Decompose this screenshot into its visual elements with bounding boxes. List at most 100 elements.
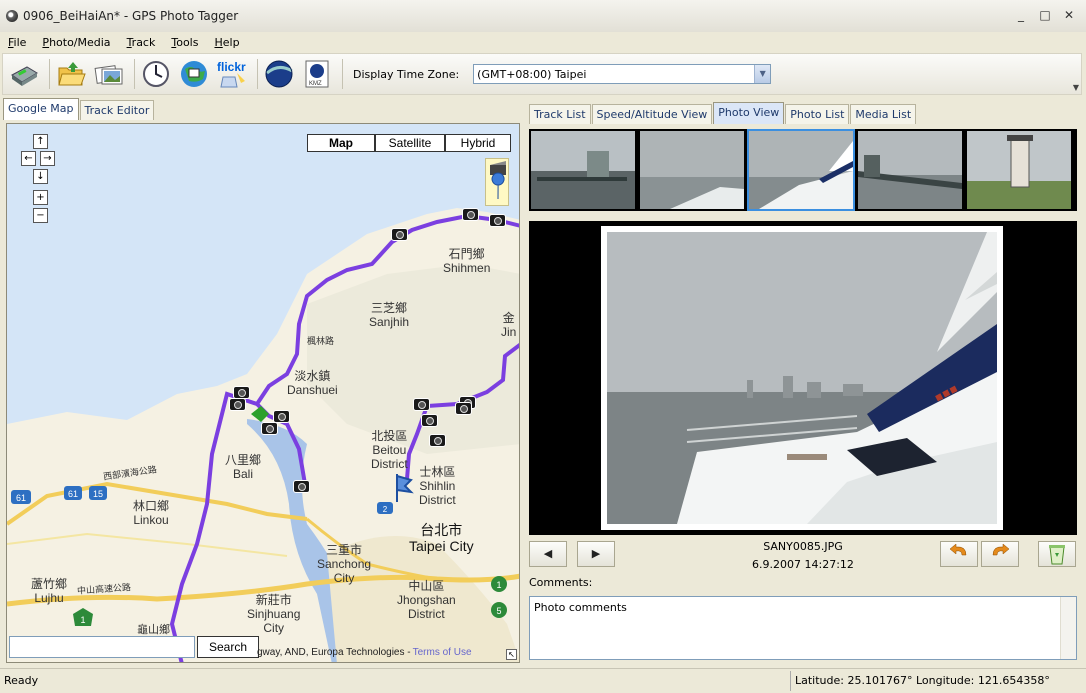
menu-photo-media[interactable]: Photo/Media	[42, 36, 110, 49]
photo-thumbnail[interactable]	[640, 131, 744, 209]
photo-marker[interactable]	[413, 398, 430, 411]
map-label-bali: 八里鄉 Bali	[225, 453, 262, 481]
toolbar-separator	[342, 59, 343, 89]
map-type-control: Map Satellite Hybrid	[307, 134, 511, 152]
photo-marker[interactable]	[429, 434, 446, 447]
tab-photo-view[interactable]: Photo View	[713, 102, 785, 124]
status-text: Ready	[4, 674, 39, 687]
open-folder-button[interactable]	[54, 57, 88, 91]
map-search-input[interactable]	[9, 636, 195, 658]
map-copyright-text: gway, AND, Europa Technologies -	[257, 647, 411, 658]
timezone-select[interactable]: (GMT+08:00) Taipei ▼	[473, 64, 772, 84]
zoom-out-button[interactable]: −	[33, 208, 48, 223]
toolbar-separator	[257, 59, 258, 89]
photo-marker[interactable]	[229, 398, 246, 411]
pan-down-button[interactable]: ↓	[33, 169, 48, 184]
minimize-button[interactable]: _	[1012, 6, 1030, 24]
photo-thumbnail[interactable]	[967, 131, 1071, 209]
tab-photo-list[interactable]: Photo List	[785, 104, 850, 124]
menu-tools[interactable]: Tools	[171, 36, 198, 49]
timezone-value: (GMT+08:00) Taipei	[477, 67, 587, 81]
svg-text:flickr: flickr	[217, 60, 246, 74]
maximize-button[interactable]: □	[1036, 6, 1054, 24]
close-button[interactable]: ✕	[1060, 6, 1078, 24]
rotate-left-button[interactable]	[940, 541, 978, 567]
svg-text:2: 2	[383, 505, 388, 514]
photo-marker[interactable]	[293, 480, 310, 493]
gps-device-button[interactable]	[7, 57, 41, 91]
tab-track-list[interactable]: Track List	[529, 104, 591, 124]
menu-file[interactable]: File	[8, 36, 26, 49]
photo-marker[interactable]	[273, 410, 290, 423]
add-photos-button[interactable]	[92, 57, 126, 91]
map-label-sanchong: 三重市 Sanchong City	[317, 543, 372, 585]
main-photo[interactable]: ▪▪▪	[607, 232, 997, 524]
photo-thumbnail[interactable]	[858, 131, 962, 209]
toolbar-overflow-icon[interactable]: ▼	[1073, 83, 1079, 92]
left-tabs: Google Map Track Editor	[3, 98, 521, 120]
map-resize-icon[interactable]: ↖	[506, 649, 517, 660]
map-type-map-button[interactable]: Map	[307, 134, 375, 152]
flickr-button[interactable]: flickr	[215, 57, 249, 91]
svg-text:61: 61	[16, 493, 26, 503]
map-label-lujhu: 蘆竹鄉 Lujhu	[31, 577, 68, 605]
svg-text:61: 61	[68, 489, 78, 499]
photo-marker[interactable]	[455, 402, 472, 415]
map-type-satellite-button[interactable]: Satellite	[375, 134, 445, 152]
tab-media-list[interactable]: Media List	[850, 104, 917, 124]
delete-photo-button[interactable]	[1038, 541, 1076, 567]
map-tools-panel	[485, 158, 509, 206]
svg-text:5: 5	[496, 606, 501, 616]
pan-up-button[interactable]: ↑	[33, 134, 48, 149]
folder-icon	[58, 62, 86, 86]
map-label-road: 楓林路	[307, 336, 335, 346]
map-label-shihlin: 士林區 Shihlin District	[419, 465, 456, 507]
photo-marker[interactable]	[489, 214, 506, 227]
map-label-linkou: 林口鄉 Linkou	[133, 499, 170, 527]
google-earth-button[interactable]	[262, 57, 296, 91]
map-label-taipei: 台北市 Taipei City	[409, 522, 474, 555]
rotate-left-icon	[949, 543, 967, 556]
map-label-jhongshan: 中山區 Jhongshan District	[397, 579, 456, 621]
timezone-label: Display Time Zone:	[353, 67, 460, 81]
status-coordinates: Latitude: 25.101767° Longitude: 121.6543…	[790, 671, 1050, 691]
svg-text:1: 1	[496, 580, 501, 590]
pan-right-button[interactable]: →	[40, 151, 55, 166]
map-search-button[interactable]: Search	[197, 636, 259, 658]
tab-speed-altitude[interactable]: Speed/Altitude View	[591, 104, 713, 124]
window-title: 0906_BeiHaiAn* - GPS Photo Tagger	[23, 9, 239, 23]
zoom-in-button[interactable]: +	[33, 190, 48, 205]
time-sync-button[interactable]	[139, 57, 173, 91]
photo-marker[interactable]	[391, 228, 408, 241]
comments-textarea[interactable]: Photo comments	[529, 596, 1077, 660]
comments-scrollbar[interactable]	[1060, 597, 1076, 659]
app-icon	[6, 10, 18, 22]
photo-marker[interactable]	[462, 208, 479, 221]
photo-marker[interactable]	[421, 414, 438, 427]
map-view-button[interactable]	[177, 57, 211, 91]
menu-track[interactable]: Track	[127, 36, 156, 49]
map-navigation-control: ↑ ← → ↓ + −	[21, 134, 61, 226]
previous-photo-button[interactable]: ◀	[529, 541, 567, 567]
next-photo-button[interactable]: ▶	[577, 541, 615, 567]
clapper-pin-icon[interactable]	[486, 159, 510, 207]
comments-text: Photo comments	[534, 601, 627, 614]
pan-left-button[interactable]: ←	[21, 151, 36, 166]
svg-text:1: 1	[80, 615, 85, 625]
photo-thumbnail-selected[interactable]	[747, 129, 855, 211]
photo-filename: SANY0085.JPG	[763, 540, 843, 553]
rotate-right-button[interactable]	[981, 541, 1019, 567]
chevron-down-icon[interactable]: ▼	[754, 65, 771, 83]
photo-thumbnail[interactable]	[531, 131, 635, 209]
svg-text:15: 15	[93, 489, 103, 499]
photo-marker[interactable]	[261, 422, 278, 435]
terms-of-use-link[interactable]: Terms of Use	[413, 647, 472, 658]
map-type-hybrid-button[interactable]: Hybrid	[445, 134, 511, 152]
tab-track-editor[interactable]: Track Editor	[79, 100, 155, 120]
map-view[interactable]: 61 61 15 1 1 5 2 石門鄉 Shihmen 三芝鄉 Sanjhih 淡…	[6, 123, 520, 663]
tab-google-map[interactable]: Google Map	[3, 98, 79, 120]
google-earth-icon	[265, 60, 293, 88]
export-kmz-button[interactable]: KMZ	[300, 57, 334, 91]
next-arrow-icon: ▶	[591, 547, 601, 560]
menu-help[interactable]: Help	[214, 36, 239, 49]
